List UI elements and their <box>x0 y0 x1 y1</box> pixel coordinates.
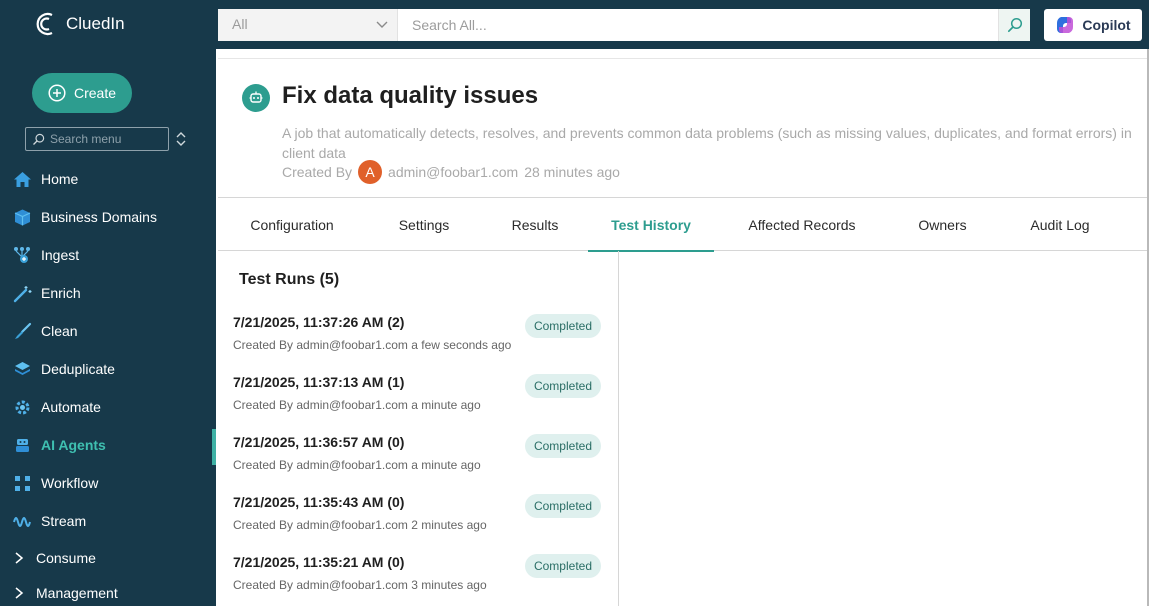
create-button[interactable]: Create <box>32 73 132 113</box>
test-run-meta: Created By admin@foobar1.com 3 minutes a… <box>233 578 487 592</box>
tab-bar: Configuration Settings Results Test Hist… <box>218 199 1147 252</box>
sidebar-group-label: Management <box>36 584 118 601</box>
menu-search <box>25 127 169 151</box>
page-title: Fix data quality issues <box>282 82 539 109</box>
sidebar-item-label: Deduplicate <box>41 361 115 377</box>
test-run-item[interactable]: 7/21/2025, 11:35:43 AM (0) Created By ad… <box>233 494 603 544</box>
status-badge: Completed <box>524 314 601 338</box>
test-run-item[interactable]: 7/21/2025, 11:37:26 AM (2) Created By ad… <box>233 314 603 364</box>
test-run-date: 7/21/2025, 11:36:57 AM (0) <box>233 434 405 450</box>
test-runs-title: Test Runs (5) <box>239 271 340 288</box>
sidebar-nav: Home Business Domains Ingest Enrich Clea… <box>0 160 216 606</box>
avatar: A <box>358 160 383 184</box>
tab-owners[interactable]: Owners <box>890 199 995 251</box>
search-button[interactable] <box>998 9 1030 41</box>
global-search: All <box>218 9 1030 41</box>
sidebar-group-label: Consume <box>36 549 96 566</box>
sidebar-item-business-domains[interactable]: Business Domains <box>0 198 216 236</box>
sidebar-item-label: Business Domains <box>41 209 157 225</box>
test-run-item[interactable]: 7/21/2025, 11:37:13 AM (1) Created By ad… <box>233 374 603 424</box>
status-badge: Completed <box>524 494 601 518</box>
created-time: 28 minutes ago <box>524 164 620 180</box>
test-run-date: 7/21/2025, 11:35:21 AM (0) <box>233 554 405 570</box>
sidebar-item-label: Automate <box>41 399 101 415</box>
tab-audit-log[interactable]: Audit Log <box>995 199 1125 251</box>
wand-icon <box>13 284 32 303</box>
sidebar-item-clean[interactable]: Clean <box>0 312 216 350</box>
status-badge: Completed <box>524 374 601 398</box>
sidebar-item-enrich[interactable]: Enrich <box>0 274 216 312</box>
copilot-icon <box>1057 17 1074 33</box>
sidebar-item-label: Home <box>41 171 79 187</box>
sidebar-item-deduplicate[interactable]: Deduplicate <box>0 350 216 388</box>
stream-icon <box>13 512 32 531</box>
test-run-meta: Created By admin@foobar1.com 2 minutes a… <box>233 518 487 532</box>
test-run-date: 7/21/2025, 11:35:43 AM (0) <box>233 494 405 510</box>
sidebar-item-label: Enrich <box>41 285 81 301</box>
search-scope-select[interactable]: All <box>218 9 398 41</box>
layers-icon <box>13 360 32 379</box>
menu-search-input[interactable] <box>50 132 160 146</box>
agent-badge <box>242 84 270 112</box>
page-description: A job that automatically detects, resolv… <box>282 125 1132 161</box>
cube-icon <box>13 208 32 227</box>
created-by-label: Created By <box>282 164 353 180</box>
test-run-meta: Created By admin@foobar1.com a minute ag… <box>233 398 481 412</box>
created-by: Created By A admin@foobar1.com 28 minute… <box>282 160 620 184</box>
test-run-meta: Created By admin@foobar1.com a minute ag… <box>233 458 481 472</box>
sidebar-item-stream[interactable]: Stream <box>0 502 216 540</box>
robot-icon <box>13 436 32 455</box>
sidebar-item-home[interactable]: Home <box>0 160 216 198</box>
robot-icon <box>249 91 263 103</box>
tab-settings[interactable]: Settings <box>366 199 482 251</box>
sidebar-item-ingest[interactable]: Ingest <box>0 236 216 274</box>
brush-icon <box>13 322 32 341</box>
chevron-right-icon <box>15 586 24 599</box>
top-bar: CluedIn All Copilot <box>0 0 1149 49</box>
gear-icon <box>13 398 32 417</box>
copilot-button[interactable]: Copilot <box>1044 9 1142 41</box>
sidebar: Create Home Business Domains Inges <box>0 49 216 606</box>
sidebar-item-workflow[interactable]: Workflow <box>0 464 216 502</box>
tab-results[interactable]: Results <box>482 199 588 251</box>
sidebar-group-consume[interactable]: Consume <box>0 540 216 575</box>
search-scope-value: All <box>232 16 248 32</box>
chevron-down-icon <box>376 21 388 28</box>
author-email[interactable]: admin@foobar1.com <box>388 164 518 180</box>
tab-test-history[interactable]: Test History <box>588 199 714 252</box>
test-run-date: 7/21/2025, 11:37:26 AM (2) <box>233 314 405 330</box>
chevron-right-icon <box>15 551 24 564</box>
status-badge: Completed <box>524 554 601 578</box>
sidebar-item-ai-agents[interactable]: AI Agents <box>0 426 216 465</box>
page-header: Fix data quality issues A job that autom… <box>218 58 1147 198</box>
copilot-label: Copilot <box>1082 17 1131 33</box>
search-icon <box>33 133 45 145</box>
search-input[interactable] <box>398 9 998 41</box>
tab-affected-records[interactable]: Affected Records <box>714 199 890 251</box>
test-run-item[interactable]: 7/21/2025, 11:36:57 AM (0) Created By ad… <box>233 434 603 484</box>
test-run-item[interactable]: 7/21/2025, 11:35:21 AM (0) Created By ad… <box>233 554 603 604</box>
tab-configuration[interactable]: Configuration <box>218 199 366 251</box>
sidebar-item-label: Workflow <box>41 475 99 491</box>
sidebar-item-automate[interactable]: Automate <box>0 388 216 426</box>
sidebar-item-label: Stream <box>41 513 87 529</box>
test-run-meta: Created By admin@foobar1.com a few secon… <box>233 338 512 352</box>
create-label: Create <box>73 85 117 101</box>
plus-circle-icon <box>48 84 66 102</box>
status-badge: Completed <box>524 434 601 458</box>
app-name: CluedIn <box>66 14 125 33</box>
ingest-icon <box>13 246 32 265</box>
search-icon <box>1007 17 1022 33</box>
workflow-icon <box>13 474 32 493</box>
cluedin-logo-icon <box>36 12 53 36</box>
test-runs-panel: Test Runs (5) 7/21/2025, 11:37:26 AM (2)… <box>218 251 619 606</box>
sidebar-group-management[interactable]: Management <box>0 575 216 606</box>
sidebar-item-label: Ingest <box>41 247 80 263</box>
sidebar-item-label: Clean <box>41 323 78 339</box>
app-logo[interactable]: CluedIn <box>32 10 125 38</box>
test-run-date: 7/21/2025, 11:37:13 AM (1) <box>233 374 405 390</box>
home-icon <box>13 170 32 189</box>
sidebar-item-label: AI Agents <box>41 437 106 453</box>
expand-collapse-icon[interactable] <box>175 131 187 147</box>
